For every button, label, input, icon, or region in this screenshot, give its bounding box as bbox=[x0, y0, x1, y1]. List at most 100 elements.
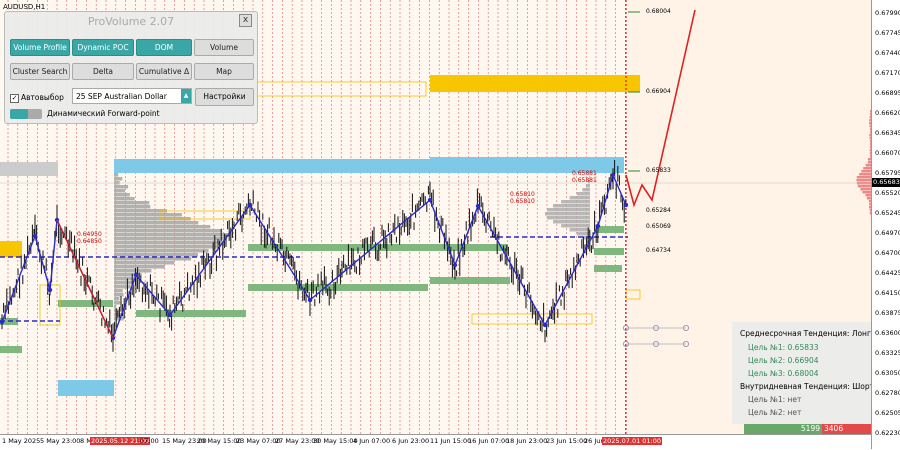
zigzag-point bbox=[476, 204, 480, 208]
price-tick: 0.63050 bbox=[875, 369, 900, 377]
dom-bar bbox=[863, 167, 871, 170]
chevron-down-icon[interactable]: ▲ bbox=[181, 89, 191, 103]
volume-button[interactable]: Volume bbox=[194, 39, 254, 56]
level-label-l3: 0.64734 bbox=[646, 247, 671, 254]
zigzag-point bbox=[543, 323, 547, 327]
price-tick: 0.64700 bbox=[875, 249, 900, 257]
box-label-b2: 0.64850 bbox=[77, 238, 102, 245]
price-tick: 0.63875 bbox=[875, 309, 900, 317]
level-label-l1: 0.65284 bbox=[646, 207, 671, 214]
volume-profile-button[interactable]: Volume Profile bbox=[10, 39, 70, 56]
time-tick: 4 Jun 07:00 bbox=[353, 437, 390, 445]
time-tick: 23 Jun 15:00 bbox=[546, 437, 587, 445]
green-zone bbox=[58, 300, 113, 307]
price-axis[interactable]: 0.679900.677450.674400.671700.668950.666… bbox=[871, 0, 900, 449]
price-tick: 0.63325 bbox=[875, 349, 900, 357]
time-axis[interactable]: 1 May 20255 May 23:008 May2025.05.12 21:… bbox=[0, 434, 871, 450]
map-button[interactable]: Map bbox=[194, 63, 254, 80]
auto-select-checkbox[interactable]: ✓Автовыбор bbox=[10, 93, 64, 103]
gray-zone bbox=[0, 162, 58, 176]
level-label-target1: 0.65833 bbox=[646, 167, 671, 174]
box-label-b1: 0.64950 bbox=[77, 231, 102, 238]
box-label-c2: 0.65881 bbox=[572, 177, 597, 184]
zigzag-point bbox=[248, 203, 252, 207]
volume-profile-bar bbox=[114, 241, 225, 245]
time-tick: 2025.07.01 01:00 bbox=[602, 437, 662, 445]
price-tick: 0.64970 bbox=[875, 229, 900, 237]
cumulative-delta-button[interactable]: Cumulative Δ bbox=[136, 63, 192, 80]
green-zone bbox=[430, 277, 510, 284]
yellow-zone bbox=[430, 75, 640, 92]
time-tick: 23 May 07:00 bbox=[236, 437, 281, 445]
volume-profile-bar bbox=[114, 173, 118, 177]
volume-profile-bar bbox=[114, 289, 123, 293]
price-tick: 0.63600 bbox=[875, 329, 900, 337]
price-tick: 0.62780 bbox=[875, 389, 900, 397]
dom-button[interactable]: DOM bbox=[136, 39, 192, 56]
price-tick: 0.66345 bbox=[875, 129, 900, 137]
volume-profile-bar bbox=[114, 317, 124, 321]
zigzag-point bbox=[48, 288, 52, 292]
volume-profile-bar bbox=[545, 212, 590, 216]
cluster-search-button[interactable]: Cluster Search bbox=[10, 63, 70, 80]
zigzag-point bbox=[33, 234, 37, 238]
box-label-a2: 0.65810 bbox=[510, 198, 535, 205]
intraday-target-2: Цель №2: нет bbox=[748, 408, 801, 417]
price-tick: 0.66620 bbox=[875, 109, 900, 117]
medium-trend-label: Среднесрочная Тенденция: Лонг bbox=[740, 329, 871, 338]
volume-profile-bar bbox=[577, 192, 590, 196]
volume-profile-bar bbox=[114, 225, 210, 229]
medium-target-2: Цель №2: 0.66904 bbox=[748, 356, 819, 365]
zigzag-point bbox=[168, 313, 172, 317]
volume-profile-bar bbox=[114, 285, 131, 289]
volume-profile-bar bbox=[114, 297, 119, 301]
current-price-label: 0.65683 bbox=[872, 178, 900, 187]
instrument-value: 25 SEP Australian Dollar bbox=[76, 92, 167, 101]
volume-profile-bar bbox=[114, 221, 198, 225]
dom-bar bbox=[860, 188, 871, 191]
price-tick: 0.67170 bbox=[875, 69, 900, 77]
volume-profile-bar bbox=[114, 205, 150, 209]
time-tick: 16 Jun 07:00 bbox=[468, 437, 509, 445]
auto-select-label: Автовыбор bbox=[21, 93, 64, 102]
dom-bar bbox=[862, 191, 871, 194]
volume-profile-bar bbox=[114, 197, 135, 201]
price-tick: 0.65795 bbox=[875, 169, 900, 177]
yellow-zone bbox=[0, 241, 22, 257]
volume-profile-bar bbox=[570, 228, 590, 232]
volume-profile-bar bbox=[114, 253, 198, 257]
price-tick: 0.64425 bbox=[875, 269, 900, 277]
provolume-panel[interactable]: ProVolume 2.07 x Volume Profile Dynamic … bbox=[4, 11, 258, 124]
forward-point-toggle[interactable] bbox=[10, 109, 42, 119]
settings-button[interactable]: Настройки bbox=[195, 88, 254, 106]
volume-profile-bar bbox=[114, 281, 134, 285]
dom-bar bbox=[858, 185, 871, 188]
green-zone bbox=[596, 226, 624, 233]
dom-bar bbox=[859, 173, 871, 176]
delta-button[interactable]: Delta bbox=[72, 63, 134, 80]
dynamic-poc-button[interactable]: Dynamic POC bbox=[72, 39, 134, 56]
time-tick: 6 Jun 23:00 bbox=[392, 437, 429, 445]
volume-profile-bar bbox=[114, 233, 230, 237]
volume-profile-bar bbox=[114, 261, 174, 265]
checkbox-icon[interactable]: ✓ bbox=[10, 94, 19, 103]
price-tick: 0.64150 bbox=[875, 289, 900, 297]
trend-info-box: Среднесрочная Тенденция: Лонг Цель №1: 0… bbox=[732, 322, 871, 424]
blue-zone bbox=[430, 157, 624, 171]
green-zone bbox=[0, 346, 22, 353]
volume-profile-bar bbox=[553, 220, 590, 224]
close-icon[interactable]: x bbox=[239, 14, 252, 27]
volume-profile-bar bbox=[547, 208, 590, 212]
volume-profile-bar bbox=[114, 265, 165, 269]
intraday-target-1: Цель №1: нет bbox=[748, 395, 801, 404]
volume-profile-bar bbox=[547, 216, 590, 220]
volume-profile-bar bbox=[586, 184, 590, 188]
instrument-select[interactable]: 25 SEP Australian Dollar ▲ bbox=[72, 88, 192, 104]
price-tick: 0.67990 bbox=[875, 9, 900, 17]
time-tick: 07:00 bbox=[140, 437, 159, 445]
volume-profile-bar bbox=[553, 204, 590, 208]
volume-profile-bar bbox=[561, 200, 590, 204]
price-tick: 0.62230 bbox=[875, 429, 900, 437]
level-label-target2: 0.66904 bbox=[646, 88, 671, 95]
zigzag-point bbox=[428, 198, 432, 202]
